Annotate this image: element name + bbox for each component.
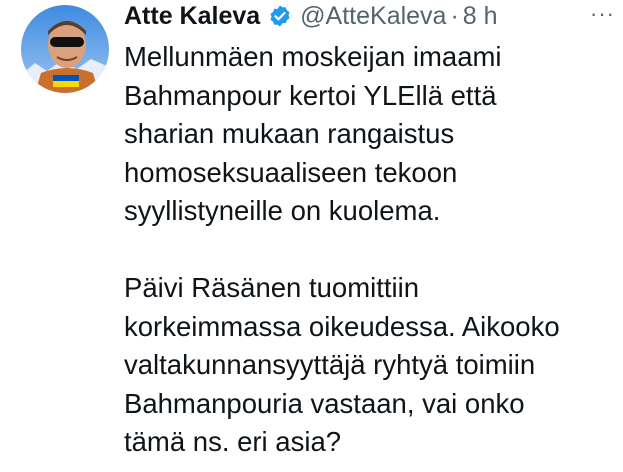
tweet-header: Atte Kaleva @AtteKaleva · 8 h <box>124 0 498 36</box>
avatar[interactable] <box>21 5 109 93</box>
text-line: valtakunnansyyttäjä ryhtyä toimiin <box>124 349 536 380</box>
text-line: korkeimmassa oikeudessa. Aikooko <box>124 310 560 342</box>
text-line: Bahmanpouria vastaan, vai onko <box>124 387 525 419</box>
text-line: Mellunmäen moskeijan imaami <box>124 41 502 72</box>
avatar-image <box>21 5 109 93</box>
tweet[interactable]: Atte Kaleva @AtteKaleva · 8 h ··· Mellun… <box>0 0 623 472</box>
text-line: syyllistyneille on kuolema. <box>124 195 441 226</box>
verified-badge-icon <box>268 4 292 28</box>
text-line: Päivi Räsänen tuomittiin <box>124 272 420 303</box>
tweet-paragraph: Päivi Räsänen tuomittiin korkeimmassa oi… <box>124 269 614 462</box>
text-line: tämä ns. eri asia? <box>124 426 342 457</box>
timestamp[interactable]: 8 h <box>463 2 498 31</box>
author-handle[interactable]: @AtteKaleva <box>300 2 446 31</box>
text-line: sharian mukaan rangaistus <box>124 118 455 149</box>
text-line: Bahmanpour kertoi YLEllä että <box>124 79 497 111</box>
author-name[interactable]: Atte Kaleva <box>124 2 260 31</box>
tweet-text: Mellunmäen moskeijan imaami Bahmanpour k… <box>124 38 614 462</box>
tweet-paragraph: Mellunmäen moskeijan imaami Bahmanpour k… <box>124 38 614 231</box>
separator-dot: · <box>450 1 459 30</box>
text-line: homoseksuaaliseen tekoon <box>124 156 458 188</box>
more-icon[interactable]: ··· <box>590 3 615 25</box>
